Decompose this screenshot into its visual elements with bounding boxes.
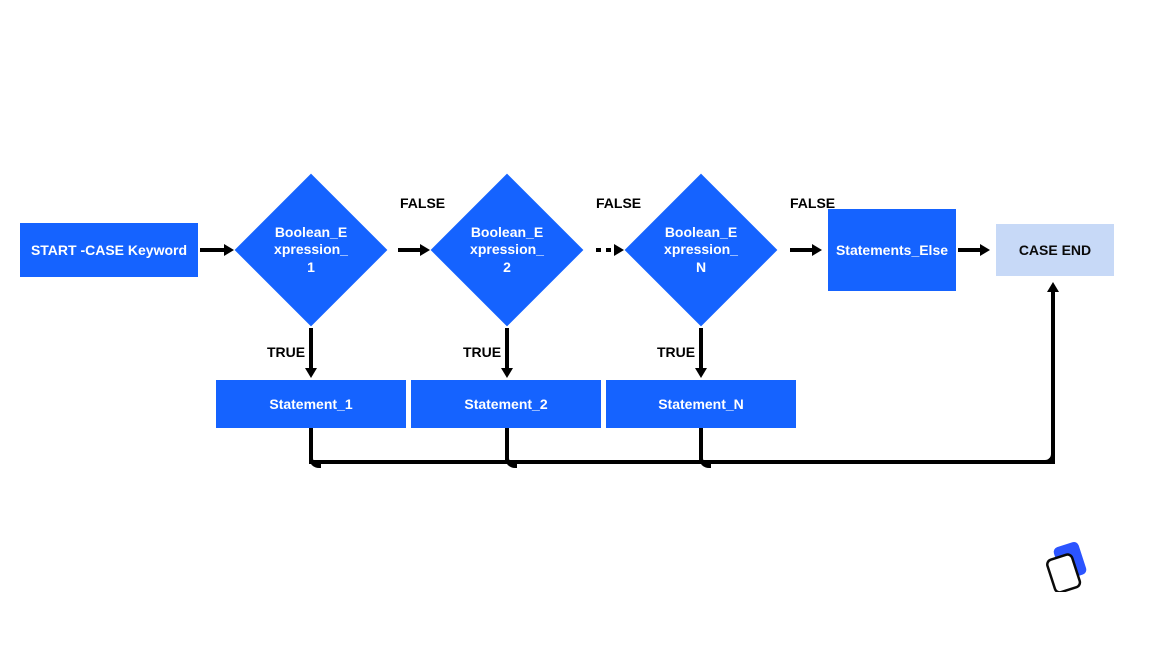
merge-corner-3 [699,456,711,468]
arrow-start-d1 [200,248,224,252]
decision-n: Boolean_Expression_N [626,175,776,325]
arrow-d1-down-head [305,368,317,378]
arrow-dn-down-head [695,368,707,378]
arrow-d2-d3-head [614,244,624,256]
merge-rise [1051,292,1055,464]
merge-end-head [1047,282,1059,292]
arrow-else-end-head [980,244,990,256]
decision-1-label: Boolean_Expression_1 [236,175,386,325]
arrow-dn-down [699,328,703,368]
start-box: START -CASE Keyword [20,223,198,277]
decision-n-label: Boolean_Expression_N [626,175,776,325]
arrow-d2-down [505,328,509,368]
decision-2: Boolean_Expression_2 [432,175,582,325]
arrow-d1-down [309,328,313,368]
arrow-d1-d2 [398,248,420,252]
merge-corner-2 [505,456,517,468]
arrow-d1-d2-head [420,244,430,256]
arrow-dn-else-head [812,244,822,256]
decision-2-label: Boolean_Expression_2 [432,175,582,325]
arrow-else-end [958,248,980,252]
end-box: CASE END [996,224,1114,276]
arrow-start-d1-head [224,244,234,256]
else-box: Statements_Else [828,209,956,291]
true-label-2: TRUE [463,344,501,360]
arrow-dash-2 [606,248,611,252]
merge-horizontal [309,460,1053,464]
arrow-dash-1 [596,248,601,252]
statement-n-box: Statement_N [606,380,796,428]
arrow-d2-down-head [501,368,513,378]
true-label-1: TRUE [267,344,305,360]
merge-corner-1 [309,456,321,468]
true-label-n: TRUE [657,344,695,360]
logo-icon [1038,536,1102,592]
statement-1-box: Statement_1 [216,380,406,428]
decision-1: Boolean_Expression_1 [236,175,386,325]
statement-2-box: Statement_2 [411,380,601,428]
arrow-dn-else [790,248,812,252]
